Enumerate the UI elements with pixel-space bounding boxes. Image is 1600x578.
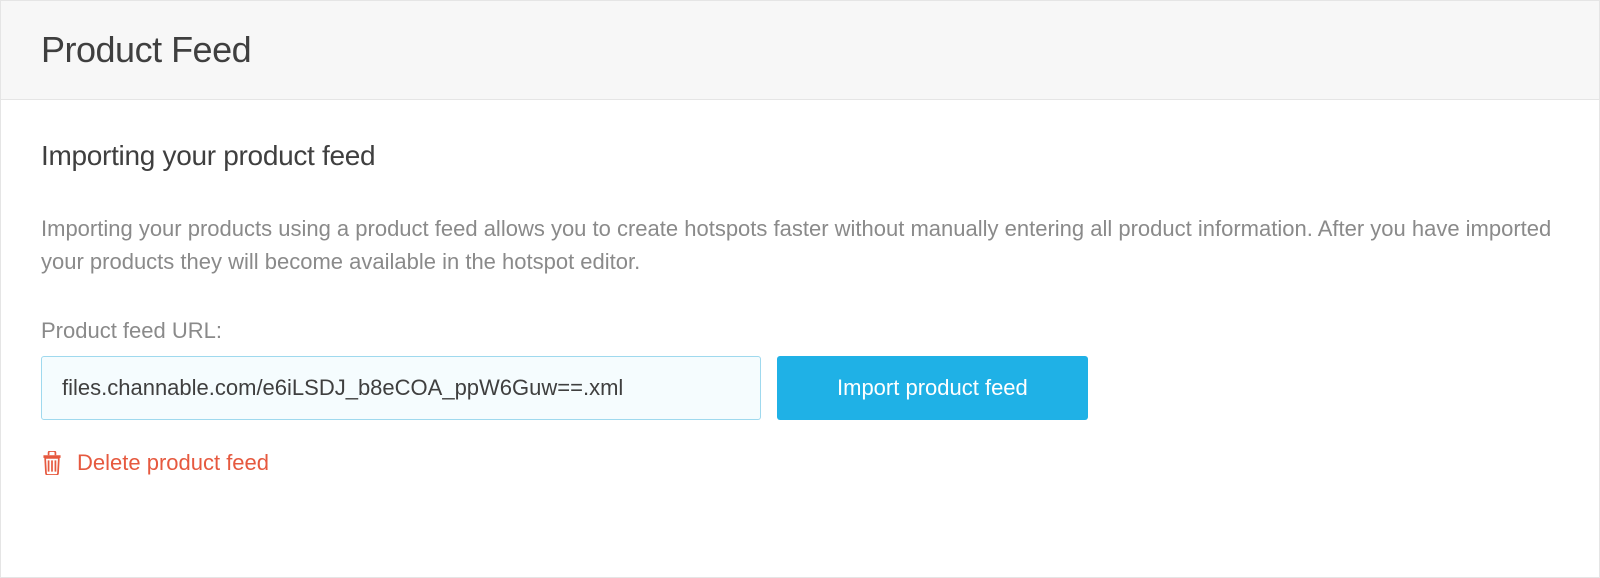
import-product-feed-button[interactable]: Import product feed: [777, 356, 1088, 420]
panel-content: Importing your product feed Importing yo…: [1, 100, 1599, 516]
section-subtitle: Importing your product feed: [41, 140, 1559, 172]
input-row: Import product feed: [41, 356, 1559, 420]
panel-header: Product Feed: [1, 1, 1599, 100]
delete-product-feed-button[interactable]: Delete product feed: [41, 450, 1559, 476]
delete-button-label: Delete product feed: [77, 450, 269, 476]
trash-icon: [41, 451, 63, 475]
url-field-label: Product feed URL:: [41, 318, 1559, 344]
product-feed-panel: Product Feed Importing your product feed…: [0, 0, 1600, 578]
product-feed-url-input[interactable]: [41, 356, 761, 420]
page-title: Product Feed: [41, 29, 1559, 71]
section-description: Importing your products using a product …: [41, 212, 1559, 278]
